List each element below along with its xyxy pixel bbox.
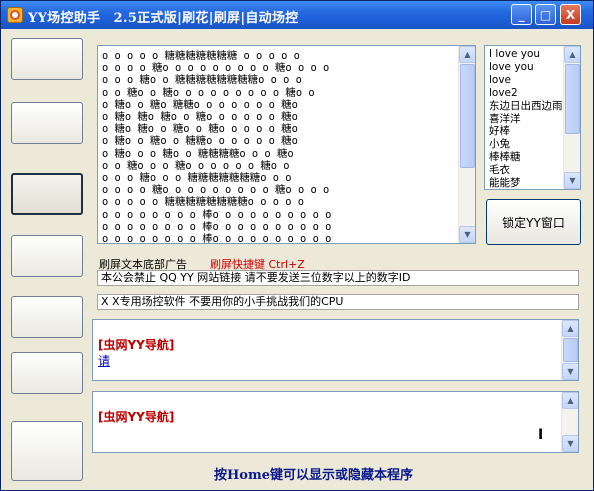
pattern-line: o o o o o o o o 棒o o o o o o o o o o xyxy=(102,220,332,233)
name-list-item[interactable]: I love you xyxy=(489,48,563,61)
lock-yy-window-button[interactable]: 锁定YY窗口 xyxy=(486,199,581,245)
chat-panel-2-title: [虫网YY导航] xyxy=(98,410,175,424)
pattern-line: o o o o 糖o o o o o o o o o 糖o o o o xyxy=(102,62,330,75)
window-title: YY场控助手 2.5正式版|刷花|刷屏|自动场控 xyxy=(28,11,299,26)
scrollbar-thumb[interactable] xyxy=(565,64,580,134)
app-window: YY场控助手 2.5正式版|刷花|刷屏|自动场控 _ □ X o o o o o… xyxy=(0,0,594,491)
notice-field-1[interactable]: 本公会禁止 QQ YY 网站链接 请不要发送三位数字以上的数字ID xyxy=(97,270,579,286)
pattern-scrollbar[interactable]: ▲ ▼ xyxy=(458,46,475,243)
notice-field-2[interactable]: X X专用场控软件 不要用你的小手挑战我们的CPU xyxy=(97,294,579,310)
pattern-line: o 糖o o 糖o o 糖糖o o o o o o 糖o xyxy=(102,135,298,148)
chat-panel-1[interactable]: [虫网YY导航] 请 ▲ ▼ xyxy=(92,319,579,381)
chat-panel-1-link[interactable]: 请 xyxy=(98,352,110,369)
name-list-item[interactable]: 毛衣 xyxy=(489,164,563,177)
chat-panel-1-title: [虫网YY导航] xyxy=(98,338,175,352)
left-button-6[interactable] xyxy=(11,352,83,394)
name-list-item[interactable]: 东边日出西边雨 xyxy=(489,100,563,113)
left-button-1[interactable] xyxy=(11,38,83,80)
title-bar[interactable]: YY场控助手 2.5正式版|刷花|刷屏|自动场控 _ □ X xyxy=(1,1,593,29)
chat-panel-2-scrollbar[interactable]: ▲ ▼ xyxy=(561,392,578,452)
pattern-line: o o o o o 糖糖糖糖糖糖糖糖o o o o o xyxy=(102,196,304,209)
text-caret: I xyxy=(538,427,544,443)
pattern-line: o o o 糖o o 糖糖糖糖糖糖糖糖o o o o xyxy=(102,74,302,87)
pattern-line: o o o o 糖o o o o o o o o o 糖o o o o xyxy=(102,184,330,197)
scroll-up-arrow-icon[interactable]: ▲ xyxy=(562,392,578,409)
home-key-hint: 按Home键可以显示或隐藏本程序 xyxy=(214,468,413,483)
pattern-line: o o o o o o o o 棒o o o o o o o o o o xyxy=(102,233,332,244)
pattern-textarea[interactable]: o o o o o 糖糖糖糖糖糖糖 o o o o oo o o o 糖o o … xyxy=(97,45,476,244)
names-list-items: I love you love you love love2 东边日出西边雨 喜洋洋 好棒小… xyxy=(489,48,563,189)
left-button-2[interactable] xyxy=(11,102,83,144)
name-list-item[interactable]: 好棒 xyxy=(489,125,563,138)
scroll-down-arrow-icon[interactable]: ▼ xyxy=(564,172,580,189)
pattern-line: o 糖o o o 糖o o 糖糖糖糖o o o 糖o xyxy=(102,147,294,160)
name-list-item[interactable]: love you xyxy=(489,61,563,74)
left-button-4[interactable] xyxy=(11,235,83,277)
pattern-line: o o o 糖o o o 糖糖糖糖糖糖糖o o o xyxy=(102,172,292,185)
pattern-text: o o o o o 糖糖糖糖糖糖糖 o o o o oo o o o 糖o o … xyxy=(102,50,332,244)
pattern-line: o 糖o 糖o o 糖o o 糖o o o o o 糖o xyxy=(102,123,298,136)
name-list-item[interactable]: 棒棒糖 xyxy=(489,151,563,164)
scroll-down-arrow-icon[interactable]: ▼ xyxy=(562,363,578,380)
app-icon xyxy=(7,7,23,23)
names-list[interactable]: I love you love you love love2 东边日出西边雨 喜洋洋 好棒小… xyxy=(484,45,581,190)
scrollbar-thumb[interactable] xyxy=(460,64,475,168)
scroll-up-arrow-icon[interactable]: ▲ xyxy=(562,320,578,337)
minimize-button[interactable]: _ xyxy=(511,4,532,25)
pattern-line: o o 糖o o 糖o o o o o o o o o 糖o o xyxy=(102,86,315,99)
left-button-3[interactable] xyxy=(11,173,83,215)
pattern-line: o 糖o 糖o 糖o o 糖o o o o o o 糖o xyxy=(102,111,298,124)
pattern-line: o o o o o 糖糖糖糖糖糖糖 o o o o o xyxy=(102,50,300,62)
pattern-line: o 糖o o 糖o 糖糖o o o o o o o 糖o xyxy=(102,98,298,111)
pattern-line: o o 糖o o o 糖o o o o o o 糖o o xyxy=(102,159,290,172)
name-list-item[interactable]: 喜洋洋 xyxy=(489,113,563,126)
close-button[interactable]: X xyxy=(560,4,581,25)
maximize-button[interactable]: □ xyxy=(535,4,556,25)
name-list-item[interactable]: 小兔 xyxy=(489,138,563,151)
scroll-up-arrow-icon[interactable]: ▲ xyxy=(564,46,580,63)
left-button-7[interactable] xyxy=(11,421,83,481)
left-button-5[interactable] xyxy=(11,296,83,338)
name-list-item[interactable]: 能能梦 xyxy=(489,177,563,189)
scroll-down-arrow-icon[interactable]: ▼ xyxy=(562,435,578,452)
chat-panel-2[interactable]: [虫网YY导航] ▲ ▼ xyxy=(92,391,579,453)
chat-panel-1-scrollbar[interactable]: ▲ ▼ xyxy=(561,320,578,380)
scroll-down-arrow-icon[interactable]: ▼ xyxy=(459,226,475,243)
name-list-item[interactable]: love2 xyxy=(489,87,563,100)
scroll-up-arrow-icon[interactable]: ▲ xyxy=(459,46,475,63)
name-list-item[interactable]: love xyxy=(489,74,563,87)
pattern-line: o o o o o o o o 棒o o o o o o o o o o xyxy=(102,208,332,221)
names-scrollbar[interactable]: ▲ ▼ xyxy=(563,46,580,189)
scrollbar-thumb[interactable] xyxy=(563,338,578,362)
